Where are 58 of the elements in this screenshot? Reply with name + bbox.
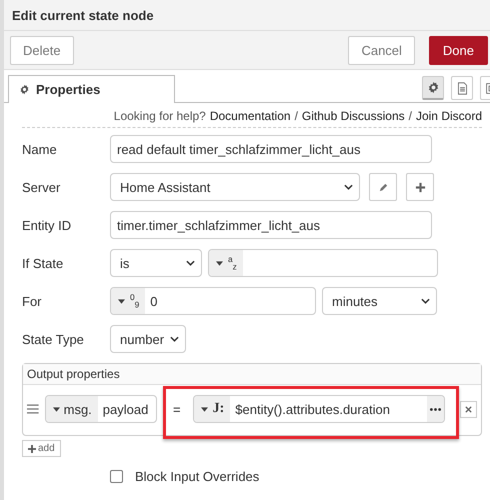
server-select[interactable]: Home Assistant bbox=[110, 173, 360, 201]
chevron-down-icon bbox=[170, 336, 180, 342]
close-icon bbox=[465, 406, 472, 412]
caret-icon bbox=[118, 298, 125, 304]
plus-icon bbox=[414, 182, 426, 192]
field-value: 0 bbox=[149, 294, 158, 308]
operator-select[interactable]: is bbox=[110, 249, 202, 277]
gear-icon bbox=[426, 81, 440, 94]
type-mark: J: bbox=[212, 401, 224, 417]
ellipsis-icon bbox=[430, 408, 442, 410]
field-value: payload bbox=[102, 402, 148, 416]
field-label: Server bbox=[22, 180, 62, 194]
checkbox-label: Block Input Overrides bbox=[135, 469, 260, 484]
caret-icon bbox=[216, 260, 223, 266]
equals-sign: = bbox=[173, 402, 181, 416]
gear-icon bbox=[19, 84, 30, 95]
link-separator: / bbox=[408, 109, 412, 123]
settings-tab[interactable] bbox=[422, 76, 444, 100]
field-label: Entity ID bbox=[22, 218, 72, 232]
field-label: For bbox=[22, 294, 42, 308]
text-field[interactable]: timer.timer_schlafzimmer_licht_aus bbox=[110, 211, 432, 239]
field-label: If State bbox=[22, 256, 64, 270]
panel-title: Output properties bbox=[27, 367, 120, 381]
help-text: Looking for help? bbox=[114, 109, 206, 123]
document-icon bbox=[456, 82, 468, 94]
delete-button[interactable]: Delete bbox=[10, 36, 74, 64]
help-link[interactable]: Github Discussions bbox=[302, 109, 405, 123]
field-label: State Type bbox=[22, 332, 85, 346]
checkbox[interactable] bbox=[110, 470, 123, 483]
plus-icon bbox=[28, 444, 36, 452]
done-button[interactable]: Done bbox=[428, 36, 488, 64]
description-tab[interactable] bbox=[451, 76, 473, 100]
drag-handle-icon[interactable] bbox=[27, 404, 39, 414]
text-field[interactable]: read default timer_schlafzimmer_licht_aus bbox=[110, 135, 432, 163]
field-label: Name bbox=[22, 142, 58, 156]
property-field[interactable]: msg. payload bbox=[44, 395, 158, 423]
add-button[interactable] bbox=[406, 173, 434, 201]
chevron-down-icon bbox=[186, 260, 195, 266]
help-link[interactable]: Join Discord bbox=[416, 109, 482, 123]
cancel-button[interactable]: Cancel bbox=[348, 36, 415, 64]
chevron-down-icon bbox=[421, 298, 430, 304]
link-separator: / bbox=[294, 109, 298, 123]
more-button[interactable] bbox=[427, 396, 444, 422]
caret-icon bbox=[200, 406, 208, 412]
caret-icon bbox=[52, 406, 60, 412]
expression-field[interactable]: J: $entity().attributes.duration bbox=[192, 395, 446, 423]
state-type-select[interactable]: number bbox=[110, 325, 186, 353]
help-link[interactable]: Documentation bbox=[210, 109, 291, 123]
dialog-title: Edit current state node bbox=[12, 8, 154, 22]
add-button[interactable]: add bbox=[22, 440, 61, 457]
edit-button[interactable] bbox=[369, 173, 397, 201]
remove-button[interactable] bbox=[460, 400, 477, 418]
chevron-down-icon bbox=[344, 184, 353, 190]
property-prefix: msg. bbox=[64, 402, 92, 416]
field-value: $entity().attributes.duration bbox=[234, 402, 391, 416]
unit-select[interactable]: minutes bbox=[322, 287, 437, 315]
properties-tab[interactable]: Properties bbox=[8, 75, 175, 103]
pencil-icon bbox=[378, 182, 388, 192]
